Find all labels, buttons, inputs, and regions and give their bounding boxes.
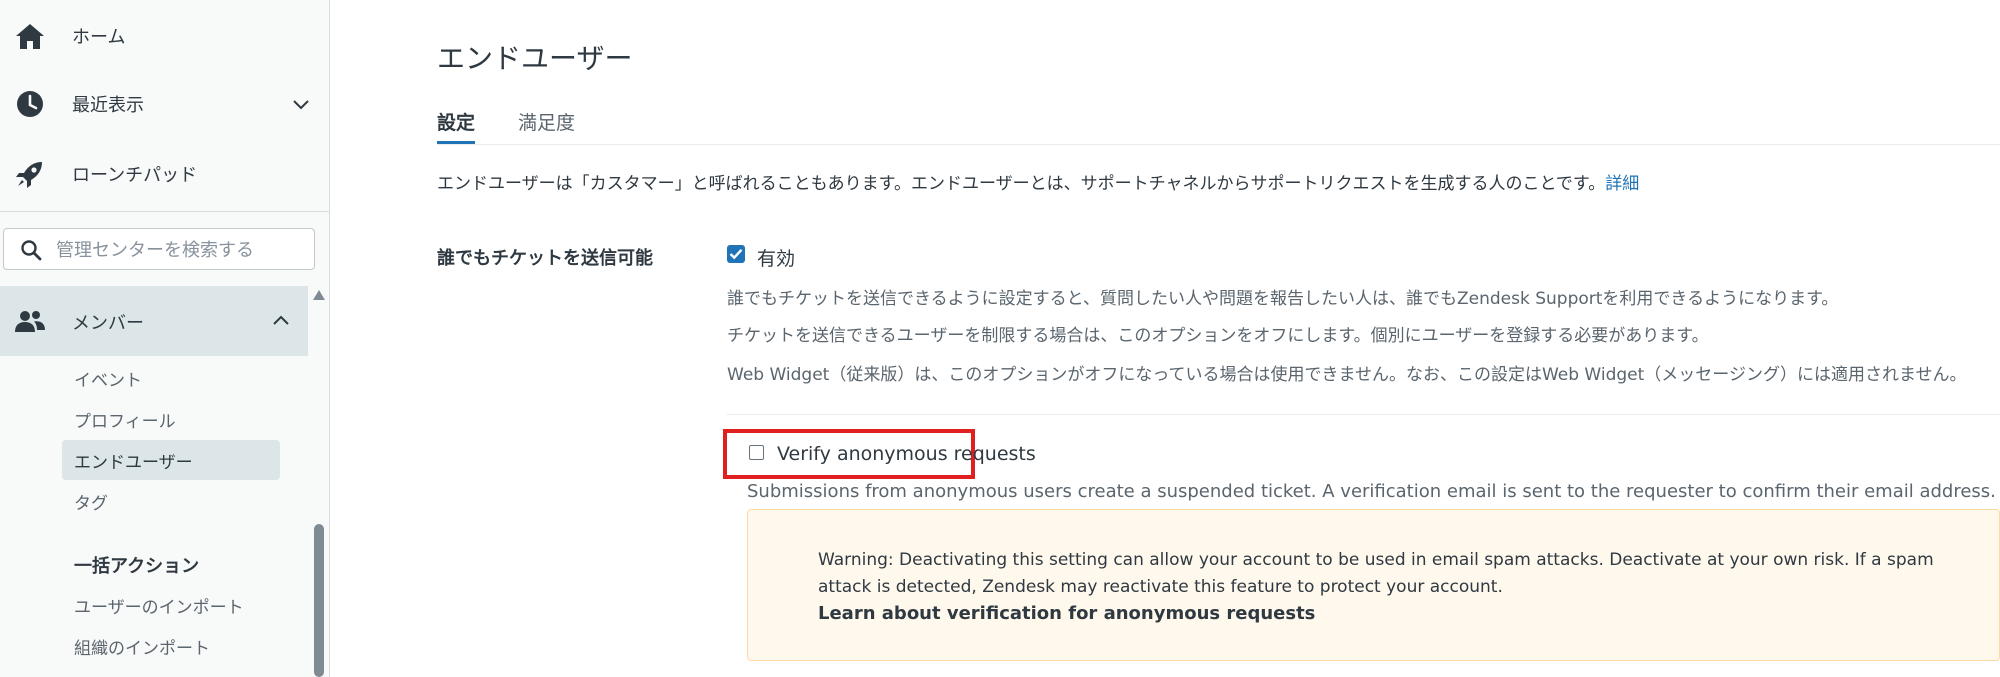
search-icon [21, 240, 42, 261]
home-icon [16, 24, 44, 49]
setting-label-anyone-can-submit: 誰でもチケットを送信可能 [437, 248, 653, 269]
sidebar-item-label: 組織のインポート [74, 638, 210, 659]
intro-text: エンドユーザーは「カスタマー」と呼ばれることもあります。エンドユーザーとは、サポ… [437, 169, 1639, 194]
scroll-up-arrow-icon[interactable] [313, 290, 325, 300]
rocket-icon [16, 162, 42, 188]
users-icon [15, 311, 45, 332]
search-input[interactable] [54, 235, 308, 265]
learn-more-link[interactable]: 詳細 [1605, 174, 1639, 194]
checkmark-icon [729, 248, 743, 260]
verify-anonymous-checkbox[interactable] [749, 445, 764, 460]
sidebar-item-profiles[interactable]: プロフィール [62, 399, 280, 439]
nav-label-launchpad: ローンチパッド [72, 165, 198, 186]
sidebar-divider [0, 211, 330, 212]
setting-description: Web Widget（従来版）は、このオプションがオフになっている場合は使用でき… [727, 365, 1967, 385]
chevron-down-icon [293, 100, 309, 110]
sidebar-item-label: イベント [74, 370, 142, 391]
verify-anonymous-description: Submissions from anonymous users create … [747, 481, 1996, 502]
tabs-divider [437, 144, 2000, 145]
verification-learn-more-link[interactable]: Learn about verification for anonymous r… [818, 603, 1315, 624]
clock-icon [17, 91, 43, 117]
sidebar-item-label: ユーザーのインポート [74, 597, 244, 618]
sidebar-item-label: エンドユーザー [74, 452, 193, 473]
nav-label-members: メンバー [72, 313, 144, 334]
scroll-thumb[interactable] [314, 524, 324, 677]
sidebar-scrollbar[interactable] [311, 288, 327, 677]
intro-description: エンドユーザーは「カスタマー」と呼ばれることもあります。エンドユーザーとは、サポ… [437, 174, 1606, 194]
warning-notice: Warning: Deactivating this setting can a… [747, 509, 2000, 661]
nav-label-recent: 最近表示 [72, 95, 144, 116]
chevron-up-icon [273, 315, 289, 325]
sidebar-item-label: プロフィール [74, 411, 176, 432]
sidebar-item-tags[interactable]: タグ [62, 481, 280, 521]
setting-description: 誰でもチケットを送信できるように設定すると、質問したい人や問題を報告したい人は、… [727, 289, 1839, 309]
nav-item-launchpad[interactable]: ローンチパッド [0, 138, 330, 210]
sidebar-item-user-import[interactable]: ユーザーのインポート [62, 585, 280, 625]
tab-satisfaction[interactable]: 満足度 [518, 108, 575, 135]
page-title: エンドユーザー [437, 42, 633, 75]
sidebar-item-org-import[interactable]: 組織のインポート [62, 626, 280, 666]
nav-label-home: ホーム [72, 27, 126, 48]
sidebar-item-label: タグ [74, 493, 108, 514]
nav-item-recent[interactable]: 最近表示 [0, 68, 330, 140]
sidebar-item-end-users[interactable]: エンドユーザー [62, 440, 280, 480]
main-content: エンドユーザー 設定 満足度 エンドユーザーは「カスタマー」と呼ばれることもあり… [331, 0, 2000, 677]
section-divider [727, 414, 2000, 415]
sidebar: ホーム 最近表示 ローンチパッド 管理センターを検索する メンバー イベント プ… [0, 0, 330, 677]
warning-text: Warning: Deactivating this setting can a… [818, 550, 1934, 597]
setting-description: チケットを送信できるユーザーを制限する場合は、このオプションをオフにします。個別… [727, 326, 1709, 346]
sidebar-item-events[interactable]: イベント [62, 358, 280, 398]
nav-item-home[interactable]: ホーム [0, 0, 330, 72]
search-box[interactable] [3, 228, 315, 270]
enabled-checkbox[interactable] [727, 245, 745, 263]
verify-anonymous-label[interactable]: Verify anonymous requests [777, 443, 1036, 465]
bulk-actions-heading: 一括アクション [74, 556, 200, 577]
tab-settings[interactable]: 設定 [437, 108, 475, 135]
nav-item-members[interactable]: メンバー [0, 286, 308, 356]
enabled-checkbox-label[interactable]: 有効 [757, 244, 795, 271]
